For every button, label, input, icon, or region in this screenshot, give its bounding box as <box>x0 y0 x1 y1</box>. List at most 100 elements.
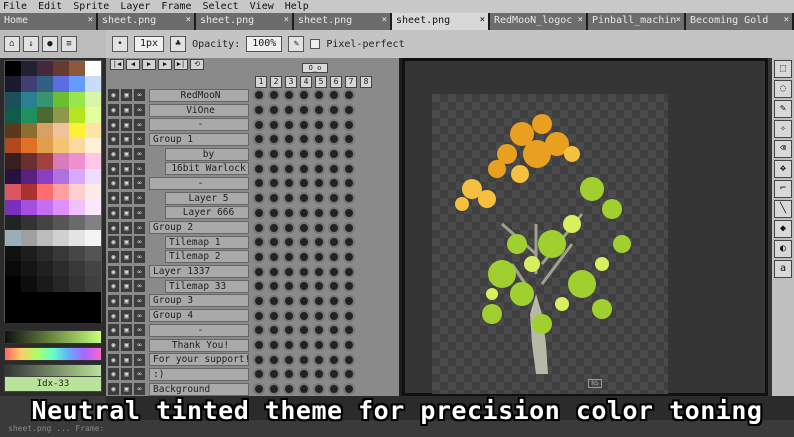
palette-swatch[interactable] <box>37 107 53 123</box>
lock-icon[interactable]: ▣ <box>121 368 132 381</box>
layer-row[interactable]: ◉ ▣ ∞:) <box>106 367 399 382</box>
cel-icon[interactable] <box>343 177 355 190</box>
layer-name[interactable]: - <box>149 323 249 337</box>
lock-icon[interactable]: ▣ <box>121 236 132 249</box>
layer-name[interactable]: Group 1 <box>149 132 249 146</box>
cel-icon[interactable] <box>298 368 310 381</box>
cel-icon[interactable] <box>253 177 265 190</box>
eye-icon[interactable]: ◉ <box>108 353 119 366</box>
cel-icon[interactable] <box>343 324 355 337</box>
cel-icon[interactable] <box>268 280 280 293</box>
link-icon[interactable]: ∞ <box>134 148 145 161</box>
link-icon[interactable]: ∞ <box>134 177 145 190</box>
lock-icon[interactable]: ▣ <box>121 265 132 278</box>
cel-icon[interactable] <box>268 206 280 219</box>
cel-icon[interactable] <box>343 133 355 146</box>
cel-icon[interactable] <box>343 221 355 234</box>
lock-icon[interactable]: ▣ <box>121 177 132 190</box>
palette-swatch[interactable] <box>53 291 69 308</box>
cel-icon[interactable] <box>268 148 280 161</box>
palette-swatch[interactable] <box>21 122 37 138</box>
cel-icon[interactable] <box>283 250 295 263</box>
palette-swatch[interactable] <box>69 137 85 154</box>
cel-icon[interactable] <box>298 265 310 278</box>
close-icon[interactable]: × <box>88 15 93 25</box>
cel-icon[interactable] <box>313 280 325 293</box>
layer-row[interactable]: ◉ ▣ ∞ by <box>106 147 399 162</box>
cel-icon[interactable] <box>298 221 310 234</box>
layer-name[interactable]: RedMooN <box>149 88 249 102</box>
cel-icon[interactable] <box>268 353 280 366</box>
eye-icon[interactable]: ◉ <box>108 280 119 293</box>
frame-tag[interactable]: O_o <box>302 63 328 73</box>
link-icon[interactable]: ∞ <box>134 89 145 102</box>
palette-swatch[interactable] <box>53 61 69 77</box>
cel-icon[interactable] <box>328 133 340 146</box>
tab-3[interactable]: sheet.png × <box>294 13 392 30</box>
palette-swatch[interactable] <box>53 307 69 323</box>
cel-icon[interactable] <box>328 177 340 190</box>
link-icon[interactable]: ∞ <box>134 104 145 117</box>
blur-icon[interactable]: ◐ <box>774 240 792 258</box>
palette-swatch[interactable] <box>37 276 53 292</box>
opacity-field[interactable]: 100% <box>246 36 283 52</box>
cel-icon[interactable] <box>253 250 265 263</box>
layer-row[interactable]: ◉ ▣ ∞ - <box>106 117 399 132</box>
palette-swatch[interactable] <box>53 122 69 138</box>
cel-icon[interactable] <box>283 294 295 307</box>
palette-swatch[interactable] <box>85 245 101 262</box>
palette-swatch[interactable] <box>21 137 37 154</box>
palette-swatch[interactable] <box>21 91 37 108</box>
cel-icon[interactable] <box>328 265 340 278</box>
bucket-icon[interactable]: ◆ <box>774 220 792 238</box>
palette-swatch[interactable] <box>69 291 85 308</box>
cel-icon[interactable] <box>313 309 325 322</box>
cel-icon[interactable] <box>298 309 310 322</box>
palette-swatch[interactable] <box>5 184 21 200</box>
layer-name[interactable]: by <box>165 147 249 161</box>
palette-swatch[interactable] <box>85 276 101 292</box>
cel-icon[interactable] <box>283 162 295 175</box>
cel-icon[interactable] <box>343 104 355 117</box>
eye-icon[interactable]: ◉ <box>108 368 119 381</box>
cel-icon[interactable] <box>253 192 265 205</box>
palette-swatch[interactable] <box>37 307 53 323</box>
eye-icon[interactable]: ◉ <box>108 206 119 219</box>
cel-icon[interactable] <box>253 280 265 293</box>
palette-swatch[interactable] <box>37 184 53 200</box>
cel-icon[interactable] <box>328 280 340 293</box>
palette-swatch[interactable] <box>5 122 21 138</box>
frame-number[interactable]: 5 <box>315 76 327 88</box>
eye-icon[interactable]: ◉ <box>108 104 119 117</box>
menu-item-select[interactable]: Select <box>203 1 239 12</box>
cel-icon[interactable] <box>283 177 295 190</box>
cel-icon[interactable] <box>253 89 265 102</box>
cel-icon[interactable] <box>328 148 340 161</box>
layer-row[interactable]: ◉ ▣ ∞ Group 2 <box>106 220 399 235</box>
cel-icon[interactable] <box>343 89 355 102</box>
lock-icon[interactable]: ▣ <box>121 353 132 366</box>
cel-icon[interactable] <box>328 309 340 322</box>
cel-icon[interactable] <box>283 353 295 366</box>
palette-swatch[interactable] <box>21 199 37 215</box>
cel-icon[interactable] <box>313 294 325 307</box>
link-icon[interactable]: ∞ <box>134 265 145 278</box>
cel-icon[interactable] <box>343 250 355 263</box>
link-icon[interactable]: ∞ <box>134 339 145 352</box>
frame-number[interactable]: 7 <box>345 76 357 88</box>
layer-row[interactable]: ◉ ▣ ∞ 16bit Warlock <box>106 161 399 176</box>
palette-swatch[interactable] <box>85 91 101 108</box>
cel-icon[interactable] <box>343 265 355 278</box>
eraser-icon[interactable]: ⌫ <box>774 140 792 158</box>
menu-item-frame[interactable]: Frame <box>161 1 191 12</box>
link-icon[interactable]: ∞ <box>134 250 145 263</box>
eye-icon[interactable]: ◉ <box>108 162 119 175</box>
hue-bar[interactable] <box>4 347 102 361</box>
layer-row[interactable]: ◉ ▣ ∞ For your support! <box>106 352 399 367</box>
lock-icon[interactable]: ▣ <box>121 280 132 293</box>
cel-icon[interactable] <box>283 104 295 117</box>
cel-icon[interactable] <box>313 104 325 117</box>
cel-icon[interactable] <box>298 118 310 131</box>
palette-swatch[interactable] <box>21 291 37 308</box>
palette-swatch[interactable] <box>69 245 85 262</box>
